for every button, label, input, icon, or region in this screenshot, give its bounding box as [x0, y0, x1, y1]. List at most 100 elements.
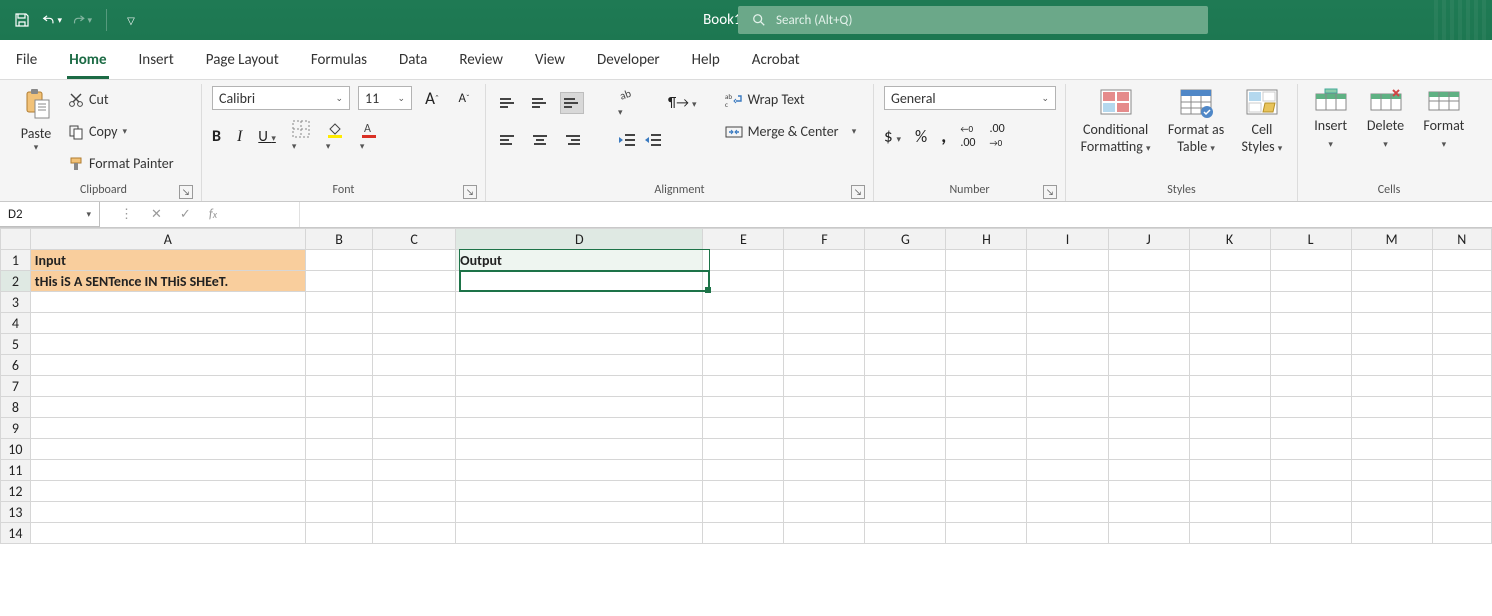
cell-E12[interactable]	[703, 481, 784, 502]
cell-N6[interactable]	[1432, 355, 1491, 376]
cell-J5[interactable]	[1108, 334, 1189, 355]
cell-H8[interactable]	[946, 397, 1027, 418]
cell-I13[interactable]	[1027, 502, 1108, 523]
cell-C13[interactable]	[373, 502, 456, 523]
tab-view[interactable]: View	[533, 43, 567, 79]
cell-F14[interactable]	[784, 523, 865, 544]
align-bottom-button[interactable]	[560, 92, 584, 114]
cell-M6[interactable]	[1351, 355, 1432, 376]
cell-B2[interactable]	[305, 271, 372, 292]
cell-C3[interactable]	[373, 292, 456, 313]
cell-C14[interactable]	[373, 523, 456, 544]
cell-M9[interactable]	[1351, 418, 1432, 439]
cell-J2[interactable]	[1108, 271, 1189, 292]
cell-L11[interactable]	[1270, 460, 1351, 481]
underline-button[interactable]: U ▾	[258, 128, 276, 146]
cell-L8[interactable]	[1270, 397, 1351, 418]
cell-H1[interactable]	[946, 250, 1027, 271]
cell-H13[interactable]	[946, 502, 1027, 523]
cell-N10[interactable]	[1432, 439, 1491, 460]
cell-M12[interactable]	[1351, 481, 1432, 502]
cell-B4[interactable]	[305, 313, 372, 334]
cell-B1[interactable]	[305, 250, 372, 271]
cell-G11[interactable]	[865, 460, 946, 481]
row-header-5[interactable]: 5	[1, 334, 31, 355]
cell-L5[interactable]	[1270, 334, 1351, 355]
col-header-N[interactable]: N	[1432, 229, 1491, 250]
font-color-button[interactable]: A ▾	[360, 120, 378, 153]
cell-K7[interactable]	[1189, 376, 1270, 397]
cell-D14[interactable]	[456, 523, 703, 544]
cell-C9[interactable]	[373, 418, 456, 439]
row-header-2[interactable]: 2	[1, 271, 31, 292]
cell-J11[interactable]	[1108, 460, 1189, 481]
cell-I9[interactable]	[1027, 418, 1108, 439]
cell-L9[interactable]	[1270, 418, 1351, 439]
cell-K4[interactable]	[1189, 313, 1270, 334]
align-top-button[interactable]	[496, 92, 520, 114]
cell-E7[interactable]	[703, 376, 784, 397]
cell-D9[interactable]	[456, 418, 703, 439]
cell-B10[interactable]	[305, 439, 372, 460]
cell-H11[interactable]	[946, 460, 1027, 481]
cell-C5[interactable]	[373, 334, 456, 355]
tab-insert[interactable]: Insert	[137, 43, 176, 79]
cell-N12[interactable]	[1432, 481, 1491, 502]
cell-G4[interactable]	[865, 313, 946, 334]
cell-G14[interactable]	[865, 523, 946, 544]
cell-A1[interactable]: Input	[30, 250, 305, 271]
cell-A5[interactable]	[30, 334, 305, 355]
cell-E6[interactable]	[703, 355, 784, 376]
cell-N14[interactable]	[1432, 523, 1491, 544]
cell-B9[interactable]	[305, 418, 372, 439]
increase-font-icon[interactable]: Aˆ	[420, 86, 444, 110]
cell-B3[interactable]	[305, 292, 372, 313]
cell-C7[interactable]	[373, 376, 456, 397]
cell-F7[interactable]	[784, 376, 865, 397]
cell-K11[interactable]	[1189, 460, 1270, 481]
cell-E1[interactable]	[703, 250, 784, 271]
align-right-button[interactable]	[560, 129, 584, 151]
fx-dropdown-icon[interactable]: ⋮	[120, 207, 133, 222]
cell-F6[interactable]	[784, 355, 865, 376]
cell-G5[interactable]	[865, 334, 946, 355]
cell-M5[interactable]	[1351, 334, 1432, 355]
redo-button[interactable]: ▾	[72, 10, 92, 30]
cell-I6[interactable]	[1027, 355, 1108, 376]
cell-L6[interactable]	[1270, 355, 1351, 376]
cell-D13[interactable]	[456, 502, 703, 523]
number-format-select[interactable]: General⌄	[884, 86, 1056, 110]
cancel-icon[interactable]: ✕	[151, 207, 162, 222]
accounting-format-button[interactable]: $ ▾	[884, 126, 901, 147]
row-header-12[interactable]: 12	[1, 481, 31, 502]
cell-H2[interactable]	[946, 271, 1027, 292]
cell-H7[interactable]	[946, 376, 1027, 397]
font-dialog-launcher[interactable]: ↘	[463, 185, 477, 199]
comma-button[interactable]: ,	[941, 124, 946, 148]
cell-F11[interactable]	[784, 460, 865, 481]
row-header-1[interactable]: 1	[1, 250, 31, 271]
col-header-I[interactable]: I	[1027, 229, 1108, 250]
font-size-select[interactable]: 11⌄	[358, 86, 412, 110]
cell-J14[interactable]	[1108, 523, 1189, 544]
cell-I11[interactable]	[1027, 460, 1108, 481]
cell-H10[interactable]	[946, 439, 1027, 460]
cell-A4[interactable]	[30, 313, 305, 334]
cell-A12[interactable]	[30, 481, 305, 502]
cell-D1[interactable]: Output	[456, 250, 703, 271]
cut-button[interactable]: Cut	[64, 88, 178, 111]
cell-N8[interactable]	[1432, 397, 1491, 418]
cell-F3[interactable]	[784, 292, 865, 313]
spreadsheet-grid[interactable]: ABCDEFGHIJKLMN1InputOutput2tHis iS A SEN…	[0, 228, 1492, 616]
cell-J10[interactable]	[1108, 439, 1189, 460]
row-header-11[interactable]: 11	[1, 460, 31, 481]
cell-styles-button[interactable]: CellStyles ▾	[1238, 86, 1287, 158]
row-header-6[interactable]: 6	[1, 355, 31, 376]
cell-A11[interactable]	[30, 460, 305, 481]
cell-N11[interactable]	[1432, 460, 1491, 481]
cell-D7[interactable]	[456, 376, 703, 397]
col-header-C[interactable]: C	[373, 229, 456, 250]
cell-L14[interactable]	[1270, 523, 1351, 544]
cell-H4[interactable]	[946, 313, 1027, 334]
cell-J8[interactable]	[1108, 397, 1189, 418]
